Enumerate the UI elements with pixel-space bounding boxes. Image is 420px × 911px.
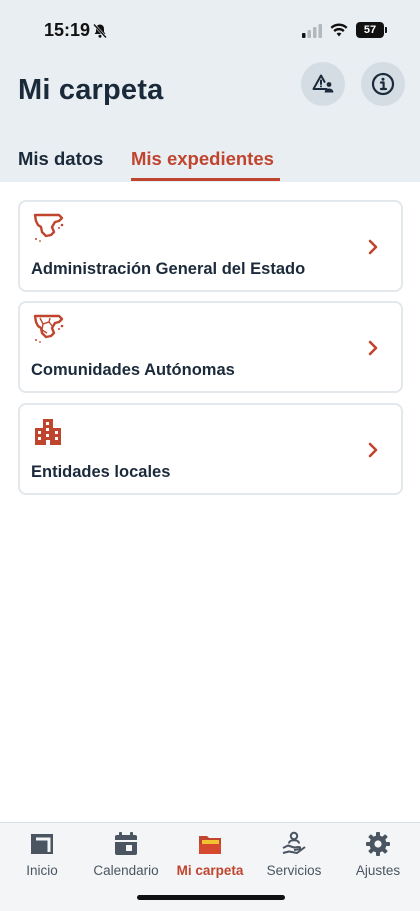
card-comunidades-autonomas[interactable]: Comunidades Autónomas	[18, 301, 403, 393]
warning-user-icon	[312, 74, 334, 93]
home-icon	[31, 834, 53, 854]
buildings-icon	[35, 419, 61, 445]
alert-button[interactable]	[301, 62, 345, 106]
card-entidades-locales[interactable]: Entidades locales	[18, 403, 403, 495]
home-indicator	[137, 895, 285, 900]
card-label: Entidades locales	[31, 463, 171, 481]
battery-icon: 57	[356, 22, 384, 38]
cell-signal-icon	[302, 24, 322, 38]
regions-map-icon	[33, 314, 64, 343]
status-time: 15:19	[44, 20, 91, 40]
tab-mis-datos[interactable]: Mis datos	[18, 148, 103, 170]
tab-mis-expedientes[interactable]: Mis expedientes	[131, 148, 274, 170]
status-bar: 15:19 57	[0, 0, 420, 60]
card-administracion-general[interactable]: Administración General del Estado	[18, 200, 403, 292]
chevron-right-icon	[368, 442, 378, 458]
folder-icon	[199, 836, 221, 854]
gear-icon	[366, 832, 390, 856]
page-title: Mi carpeta	[18, 74, 164, 106]
header: 15:19 57 Mi carpeta Mis datos Mis expedi…	[0, 0, 420, 182]
card-label: Comunidades Autónomas	[31, 361, 235, 379]
spain-map-icon	[33, 213, 64, 242]
info-icon	[371, 72, 395, 96]
battery-tip	[385, 27, 387, 33]
tabbar-item-servicios[interactable]: Servicios	[252, 829, 336, 883]
active-tab-indicator	[131, 178, 280, 181]
tabbar-item-mi-carpeta[interactable]: Mi carpeta	[168, 829, 252, 883]
calendar-icon	[115, 832, 137, 855]
services-icon	[282, 831, 306, 854]
info-button[interactable]	[361, 62, 405, 106]
chevron-right-icon	[368, 239, 378, 255]
wifi-icon	[330, 23, 348, 37]
bell-off-icon	[93, 23, 107, 39]
tabbar-item-inicio[interactable]: Inicio	[0, 829, 84, 883]
tabs: Mis datos Mis expedientes	[0, 140, 420, 182]
tabbar-item-ajustes[interactable]: Ajustes	[336, 829, 420, 883]
chevron-right-icon	[368, 340, 378, 356]
tabbar-item-calendario[interactable]: Calendario	[84, 829, 168, 883]
card-label: Administración General del Estado	[31, 260, 306, 278]
